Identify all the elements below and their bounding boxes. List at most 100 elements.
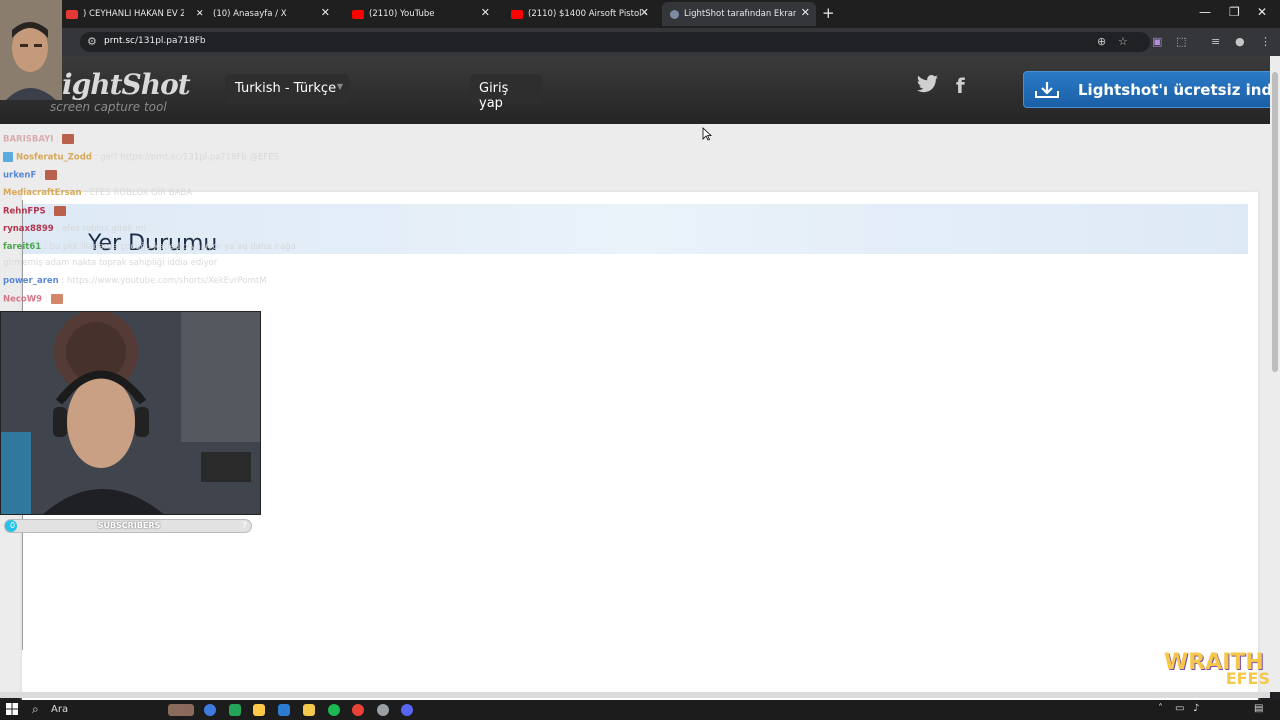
chat-text: girmemiş adam nakta toprak sahipliği idd… bbox=[3, 258, 218, 268]
chat-message: urkenF : bbox=[3, 170, 57, 181]
tab-youtube[interactable]: (2110) YouTube ✕ bbox=[344, 2, 496, 26]
lightshot-favicon-icon bbox=[670, 9, 679, 19]
logo-tagline: screen capture tool bbox=[50, 100, 167, 114]
tab-title: (10) Anasayfa / X bbox=[213, 9, 287, 19]
chat-text: : https://www.youtube.com/shorts/XekEvrP… bbox=[61, 276, 267, 286]
menu-icon[interactable]: ⋮ bbox=[1260, 35, 1271, 48]
horizontal-scrollbar[interactable] bbox=[0, 692, 1270, 698]
tab-title: (2110) $1400 Airsoft Pistol - Yo bbox=[528, 9, 648, 19]
subscriber-goal: 7 bbox=[241, 521, 247, 530]
chrome-icon[interactable] bbox=[352, 704, 364, 716]
chat-text: : EFES ROBLOX GİR BABA bbox=[84, 188, 193, 198]
chat-username: Nosferatu_Zodd bbox=[16, 152, 92, 163]
tab-lightshot[interactable]: LightShot tarafından Ekran Gör ✕ bbox=[662, 2, 816, 26]
site-info-icon[interactable]: ⚙ bbox=[87, 35, 97, 48]
emote-icon bbox=[44, 170, 57, 180]
chat-username: rynax8899 bbox=[3, 224, 54, 234]
streamer-webcam-small bbox=[0, 0, 62, 100]
tab-ceyhanli[interactable]: ) CEYHANLI HAKAN EV Zİ bbox=[58, 2, 184, 26]
download-icon bbox=[1035, 82, 1059, 98]
new-tab-button[interactable]: + bbox=[822, 4, 835, 22]
window-close-icon[interactable]: ✕ bbox=[1257, 5, 1267, 19]
emote-icon bbox=[50, 294, 63, 304]
chat-message: NecoW9 : bbox=[3, 294, 63, 305]
chat-message: Nosferatu_Zodd : gel? https://prnt.sc/13… bbox=[3, 152, 279, 163]
puzzle-icon[interactable]: ⬚ bbox=[1176, 35, 1186, 48]
youtube-icon bbox=[511, 9, 523, 19]
minimize-icon[interactable]: — bbox=[1199, 5, 1211, 19]
tray-chevron-up-icon[interactable]: ˄ bbox=[1158, 703, 1163, 714]
taskbar-search[interactable]: Ara bbox=[51, 704, 68, 715]
discord-icon[interactable] bbox=[401, 704, 413, 716]
lightshot-logo[interactable]: ightShot bbox=[62, 68, 191, 101]
tab-title: ) CEYHANLI HAKAN EV Zİ bbox=[83, 9, 184, 19]
download-label: Lightshot'ı ücretsiz indirin bbox=[1078, 81, 1270, 99]
language-select[interactable]: Turkish - Türkçe ▼ bbox=[225, 74, 349, 104]
notification-icon[interactable]: ▤ bbox=[1254, 703, 1263, 714]
close-icon[interactable]: ✕ bbox=[321, 6, 330, 19]
chat-username: power_aren bbox=[3, 276, 59, 286]
chat-username: urkenF bbox=[3, 170, 37, 181]
chat-message: rynax8899 : efes roblox girek mi bbox=[3, 224, 146, 234]
chat-message: BARISBAYI : bbox=[3, 134, 75, 145]
taskbar-widget-icon[interactable] bbox=[168, 704, 194, 716]
address-bar[interactable] bbox=[80, 32, 1150, 52]
login-button[interactable]: Giriş yap bbox=[470, 74, 542, 111]
close-icon[interactable]: ✕ bbox=[640, 6, 649, 19]
chat-username: BARISBAYI bbox=[3, 134, 54, 145]
url-host: prnt.sc bbox=[104, 36, 135, 46]
url-path: /131pl.pa718Fb bbox=[135, 36, 206, 46]
subscriber-label: SUBSCRIBERS bbox=[97, 521, 161, 530]
app-icon[interactable] bbox=[229, 704, 241, 716]
store-icon[interactable] bbox=[253, 704, 265, 716]
volume-icon[interactable]: ♪ bbox=[1193, 703, 1199, 714]
twitter-icon[interactable] bbox=[917, 74, 939, 98]
file-explorer-icon[interactable] bbox=[303, 704, 315, 716]
lightshot-header: ightShot screen capture tool Turkish - T… bbox=[0, 56, 1270, 124]
url-text[interactable]: prnt.sc/131pl.pa718Fb bbox=[104, 36, 206, 46]
chat-text: : bu pkk liladarda çocuğu katledip yaşıy… bbox=[43, 242, 296, 252]
chat-username: NecoW9 bbox=[3, 294, 43, 305]
emote-icon bbox=[62, 134, 75, 144]
chat-message: fareit61 : bu pkk liladarda çocuğu katle… bbox=[3, 242, 296, 252]
chevron-down-icon: ▼ bbox=[336, 82, 343, 91]
download-button[interactable]: Lightshot'ı ücretsiz indirin bbox=[1023, 71, 1270, 108]
spotify-icon[interactable] bbox=[328, 704, 340, 716]
facebook-icon[interactable]: f bbox=[956, 74, 965, 98]
tab-x-home[interactable]: ✕ (10) Anasayfa / X ✕ bbox=[188, 2, 336, 26]
tab-title: LightShot tarafından Ekran Gör bbox=[684, 9, 796, 19]
search-icon[interactable]: ⌕ bbox=[32, 702, 39, 717]
app-icon[interactable] bbox=[377, 704, 389, 716]
tab-favicon-icon bbox=[66, 9, 78, 19]
close-icon[interactable]: ✕ bbox=[801, 6, 810, 19]
bookmark-star-icon[interactable]: ☆ bbox=[1118, 35, 1128, 48]
windows-start-icon[interactable] bbox=[6, 703, 18, 715]
chat-text: : efes roblox girek mi bbox=[56, 224, 147, 234]
close-icon[interactable]: ✕ bbox=[481, 6, 490, 19]
streamer-webcam bbox=[0, 311, 261, 515]
chat-text: : bbox=[44, 294, 48, 305]
profile-icon[interactable]: ● bbox=[1235, 35, 1245, 48]
media-control-icon[interactable]: ≡ bbox=[1211, 35, 1220, 48]
chat-text: : bbox=[39, 170, 42, 181]
badge-icon bbox=[3, 152, 13, 162]
vertical-scrollbar-thumb[interactable] bbox=[1272, 72, 1278, 372]
chat-text: : bbox=[48, 206, 52, 217]
chat-message: MediacraftErsan : EFES ROBLOX GİR BABA bbox=[3, 188, 192, 198]
mouse-cursor-icon bbox=[702, 127, 712, 141]
extension-icon[interactable]: ▣ bbox=[1152, 35, 1162, 48]
chat-message: power_aren : https://www.youtube.com/sho… bbox=[3, 276, 267, 286]
chat-message: RehnFPS : bbox=[3, 206, 67, 217]
restore-icon[interactable]: ❐ bbox=[1229, 5, 1240, 19]
outlook-icon[interactable] bbox=[278, 704, 290, 716]
chat-text: : gel? https://prnt.sc/131pl.pa718Fb @EF… bbox=[94, 152, 280, 163]
chat-username: fareit61 bbox=[3, 242, 42, 252]
youtube-icon bbox=[352, 9, 364, 19]
chat-message: girmemiş adam nakta toprak sahipliği idd… bbox=[3, 258, 217, 268]
chat-username: MediacraftErsan bbox=[3, 188, 82, 198]
zoom-icon[interactable]: ⊕ bbox=[1097, 35, 1106, 48]
edge-icon[interactable] bbox=[204, 704, 216, 716]
network-icon[interactable]: ▭ bbox=[1175, 703, 1184, 714]
tab-airsoft[interactable]: (2110) $1400 Airsoft Pistol - Yo ✕ bbox=[503, 2, 655, 26]
emote-icon bbox=[54, 206, 67, 216]
